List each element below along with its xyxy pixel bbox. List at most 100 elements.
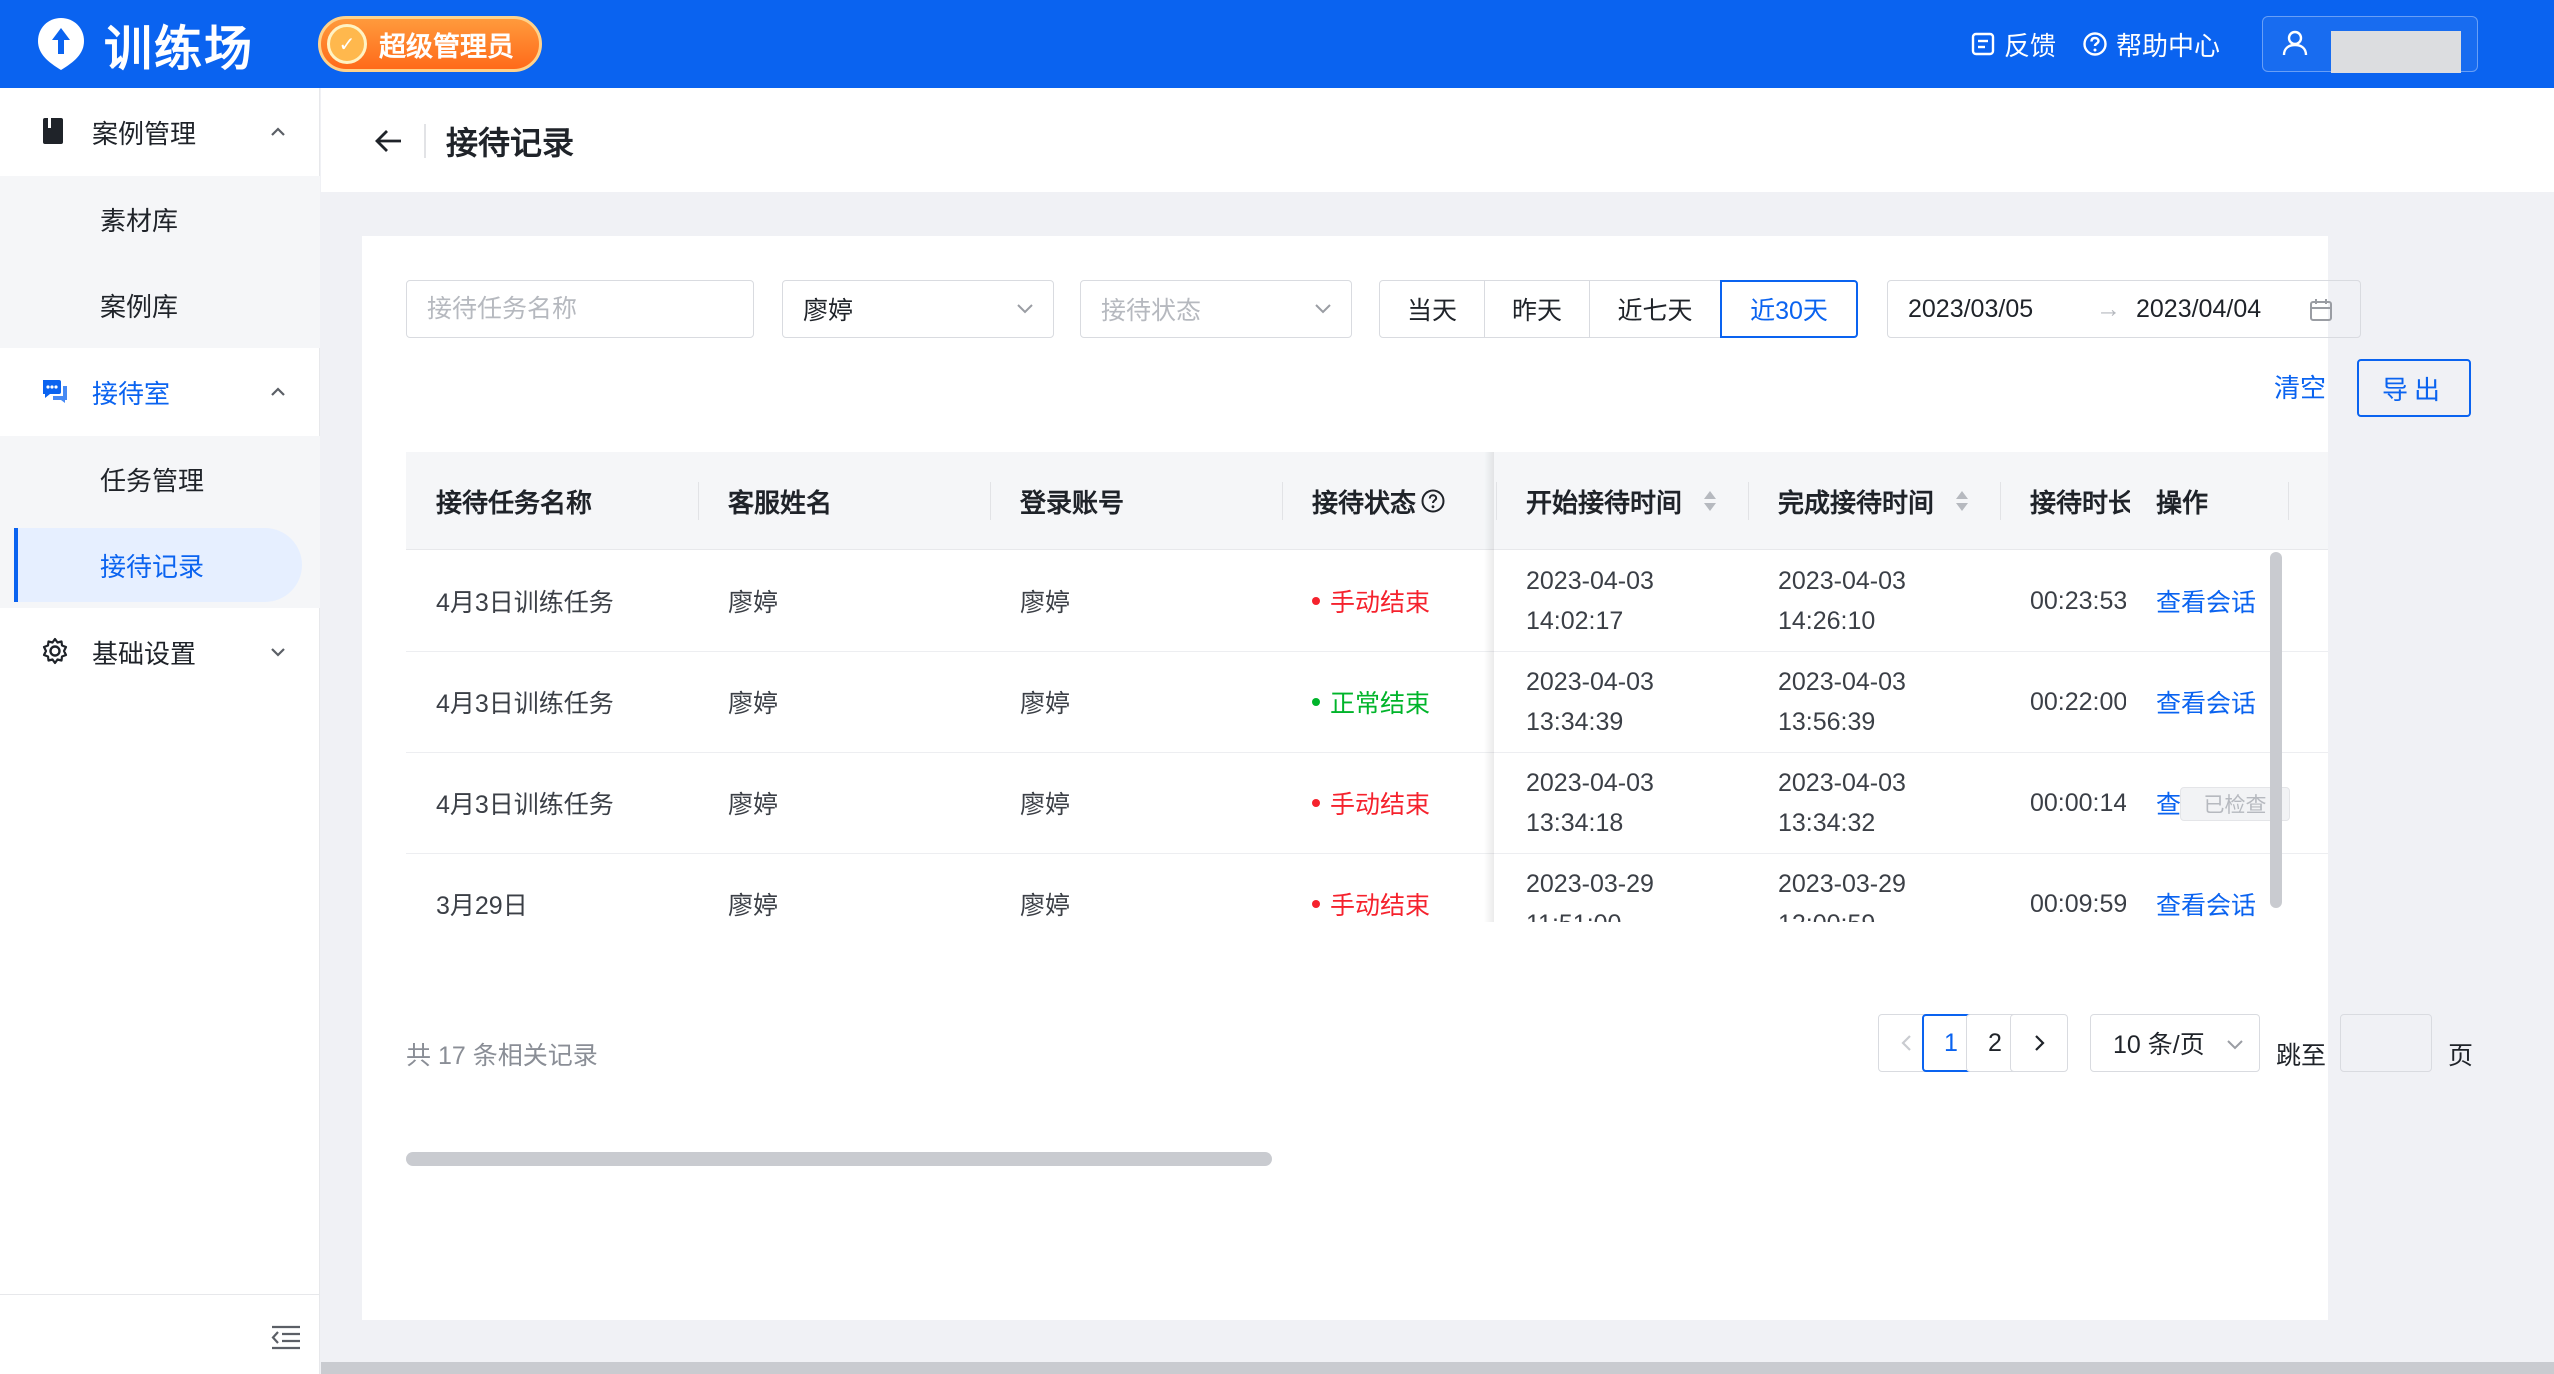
column-divider	[1748, 482, 1749, 520]
jump-page-field[interactable]	[2341, 1015, 2431, 1071]
page-header: 接待记录	[321, 88, 2554, 192]
col-task-name: 接待任务名称	[436, 487, 593, 518]
table-vertical-scrollbar[interactable]	[2270, 552, 2282, 908]
column-divider	[990, 482, 991, 520]
submenu-reception-room: 任务管理 接待记录	[0, 436, 320, 608]
user-icon	[2282, 30, 2308, 56]
user-menu[interactable]	[2262, 16, 2478, 73]
view-conversation-link[interactable]: 查看会话	[2156, 551, 2256, 651]
cell-account: 廖婷	[1020, 892, 1071, 920]
chevron-down-icon	[2227, 1040, 2243, 1050]
status-select[interactable]: 接待状态	[1080, 280, 1352, 338]
sidebar-item-reception-records[interactable]: 接待记录	[14, 528, 302, 602]
submenu-case-management: 素材库 案例库	[0, 176, 320, 348]
start-date: 2023-04-03	[1526, 567, 1654, 595]
sidebar: 案例管理 素材库 案例库 接待室 任务管理 接待记录 基础设置	[0, 88, 320, 1374]
clear-button[interactable]: 清空	[2274, 368, 2326, 405]
feedback-label: 反馈	[2004, 30, 2057, 61]
sidebar-group-reception-room[interactable]: 接待室	[0, 348, 320, 436]
status-indicator: 手动结束	[1312, 886, 1430, 922]
chevron-down-icon	[271, 648, 285, 657]
task-name-text: 3月29日	[436, 892, 528, 920]
collapse-menu-icon[interactable]	[270, 1323, 302, 1351]
header-divider	[424, 124, 426, 158]
range-yesterday-button[interactable]: 昨天	[1484, 280, 1590, 338]
sidebar-group-label: 案例管理	[92, 118, 197, 149]
help-icon	[2083, 32, 2107, 56]
page-horizontal-scrollbar[interactable]	[321, 1362, 2554, 1374]
sidebar-item-material-library[interactable]: 素材库	[0, 176, 320, 262]
role-badge: ✓ 超级管理员	[318, 16, 542, 72]
cell-duration: 00:22:00	[2030, 687, 2126, 716]
cell-status: 手动结束	[1312, 753, 1430, 853]
sort-icon[interactable]	[1956, 491, 1969, 511]
feedback-link[interactable]: 反馈	[1970, 0, 2056, 88]
table-row: 4月3日训练任务 廖婷 廖婷 手动结束 2023-04-03 13:34:18 2023-0…	[406, 753, 2328, 854]
date-range-quick-select: 当天 昨天 近七天 近30天	[1379, 280, 1858, 338]
sort-icon[interactable]	[1704, 491, 1717, 511]
sidebar-group-label: 基础设置	[92, 638, 197, 669]
help-label: 帮助中心	[2116, 30, 2221, 61]
table-row: 4月3日训练任务 廖婷 廖婷 手动结束 2023-04-03 14:02:17 2023-0…	[406, 551, 2328, 652]
start-clock: 14:02:17	[1526, 607, 1624, 635]
page-size-value: 10 条/页	[2113, 1031, 2205, 1059]
status-text: 手动结束	[1330, 791, 1431, 819]
status-dot	[1312, 900, 1320, 908]
start-clock: 13:34:18	[1526, 809, 1624, 837]
start-clock: 11:51:00	[1526, 904, 1621, 922]
task-name-input[interactable]	[406, 280, 754, 338]
task-name-input-field[interactable]	[427, 294, 753, 324]
cell-status: 正常结束	[1312, 652, 1430, 752]
start-date: 2023-03-29	[1526, 870, 1654, 898]
gear-icon	[42, 637, 68, 665]
cell-duration: 00:09:59	[2030, 889, 2126, 918]
table-horizontal-scrollbar[interactable]	[406, 1152, 1272, 1166]
cell-start-time: 2023-04-03 14:02:17	[1526, 551, 1654, 651]
sidebar-item-task-management[interactable]: 任务管理	[0, 436, 320, 522]
col-status: 接待状态	[1312, 452, 1446, 550]
range-30days-button[interactable]: 近30天	[1720, 280, 1858, 338]
view-conversation-link[interactable]: 查看会话	[2156, 652, 2256, 752]
jump-page-input[interactable]	[2340, 1014, 2432, 1072]
range-today-button[interactable]: 当天	[1379, 280, 1485, 338]
col-end-time[interactable]: 完成接待时间	[1778, 452, 1969, 550]
page-size-select[interactable]: 10 条/页	[2090, 1014, 2260, 1072]
cell-end-time: 2023-04-03 13:34:32	[1778, 753, 1906, 853]
col-start-time[interactable]: 开始接待时间	[1526, 452, 1717, 550]
back-arrow-icon[interactable]	[371, 124, 405, 158]
view-conversation-link[interactable]: 查看会话	[2156, 854, 2256, 922]
date-range-picker[interactable]: 2023/03/05 → 2023/04/04	[1887, 280, 2361, 338]
task-name-text: 4月3日训练任务	[436, 589, 614, 617]
role-badge-label: 超级管理员	[379, 31, 514, 62]
col-operations: 操作	[2156, 487, 2209, 518]
page-suffix-label: 页	[2448, 1042, 2474, 1070]
task-name-text: 4月3日训练任务	[436, 791, 614, 819]
chevron-up-icon	[271, 387, 285, 396]
column-divider	[1282, 482, 1283, 520]
sidebar-item-case-library[interactable]: 案例库	[0, 262, 320, 348]
app-logo[interactable]: 训练场	[36, 14, 254, 76]
end-clock: 13:34:32	[1778, 809, 1876, 837]
help-center-link[interactable]: 帮助中心	[2082, 0, 2220, 88]
date-start: 2023/03/05	[1908, 295, 2034, 323]
column-divider	[2000, 482, 2001, 520]
status-text: 手动结束	[1330, 892, 1431, 920]
calendar-icon	[2310, 299, 2332, 321]
start-clock: 13:34:39	[1526, 708, 1624, 736]
col-duration: 接待时长	[2030, 487, 2130, 518]
end-date: 2023-04-03	[1778, 668, 1906, 696]
cell-start-time: 2023-03-29 11:51:00	[1526, 854, 1654, 922]
range-7days-button[interactable]: 近七天	[1589, 280, 1721, 338]
sidebar-group-basic-settings[interactable]: 基础设置	[0, 608, 320, 696]
cell-agent: 廖婷	[728, 690, 779, 718]
end-clock: 13:56:39	[1778, 708, 1876, 736]
chevron-down-icon	[1017, 304, 1033, 314]
export-button[interactable]: 导出	[2357, 359, 2471, 417]
question-circle-icon[interactable]	[1420, 488, 1446, 514]
cell-start-time: 2023-04-03 13:34:39	[1526, 652, 1654, 752]
next-page-button[interactable]	[2010, 1014, 2068, 1072]
status-indicator: 正常结束	[1312, 684, 1430, 720]
sidebar-group-case-management[interactable]: 案例管理	[0, 88, 320, 176]
agent-select[interactable]: 廖婷	[782, 280, 1054, 338]
page-title: 接待记录	[446, 125, 575, 161]
